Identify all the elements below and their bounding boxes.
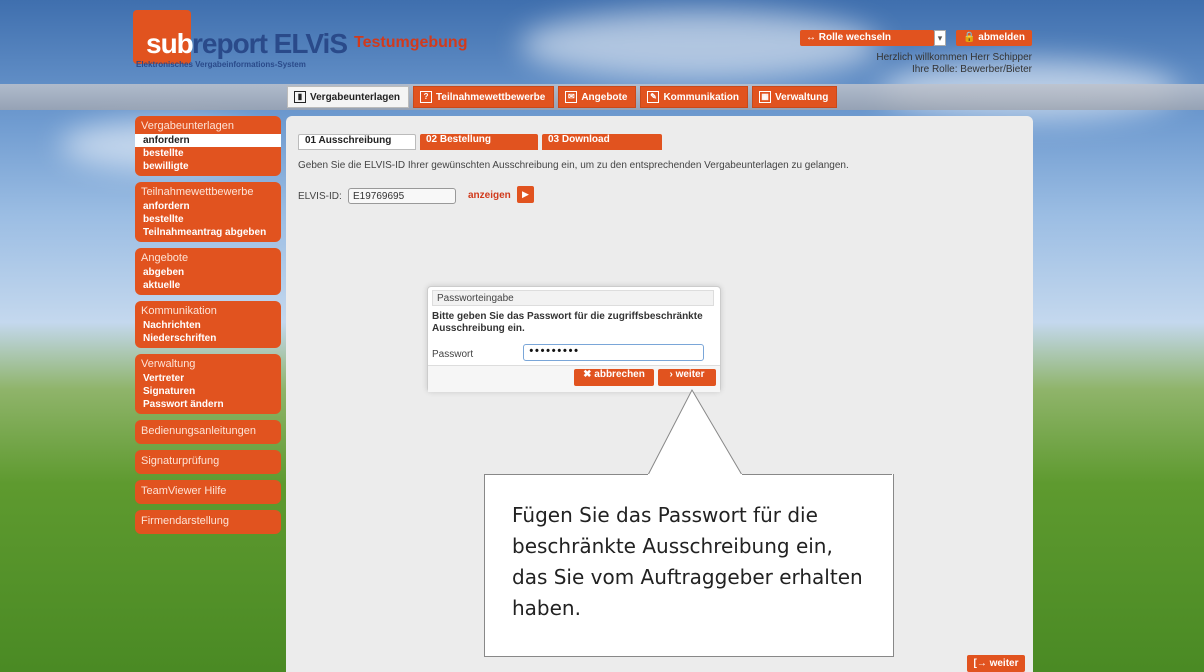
top-navigation: ▮ Vergabeunterlagen ? Teilnahmewettbewerbe… <box>287 86 838 108</box>
logo-tagline: Elektronisches Vergabeinformations-Syste… <box>136 60 306 69</box>
sidebar-item-aktuelle[interactable]: aktuelle <box>135 279 281 292</box>
nav-kommunikation[interactable]: ✎ Kommunikation <box>640 86 748 108</box>
sidebar-item-anfordern[interactable]: anfordern <box>135 134 281 147</box>
sidebar-group-title: Verwaltung <box>141 358 196 370</box>
nav-label: Kommunikation <box>663 91 739 103</box>
instruction-text: Geben Sie die ELVIS-ID Ihrer gewünschten… <box>298 160 849 171</box>
nav-label: Vergabeunterlagen <box>310 91 401 103</box>
role-line: Ihre Rolle: Bewerber/Bieter <box>911 64 1032 75</box>
document-icon: ? <box>420 91 433 103</box>
nav-label: Angebote <box>581 91 628 103</box>
folder-icon: ▮ <box>294 91 306 103</box>
password-dialog: Passworteingabe Bitte geben Sie das Pass… <box>427 286 721 392</box>
sidebar-item-passwort-aendern[interactable]: Passwort ändern <box>135 398 281 411</box>
sidebar-item-signaturpruefung[interactable]: Signaturprüfung <box>135 450 281 474</box>
logo-report: report ELViS <box>192 28 348 59</box>
chevron-down-icon[interactable]: ▾ <box>934 30 946 46</box>
tab-ausschreibung[interactable]: 01 Ausschreibung <box>298 134 416 150</box>
sidebar-group-kommunikation: Kommunikation Nachrichten Niederschrifte… <box>135 301 281 348</box>
sidebar-item-niederschriften[interactable]: Niederschriften <box>135 332 281 345</box>
sidebar-item-teamviewer[interactable]: TeamViewer Hilfe <box>135 480 281 504</box>
elvis-id-input[interactable] <box>348 188 456 204</box>
sidebar-item-bestellte[interactable]: bestellte <box>135 213 281 226</box>
sidebar: Vergabeunterlagen anfordern bestellte be… <box>135 116 281 540</box>
grid-icon: ▦ <box>759 91 771 103</box>
sidebar-item-abgeben[interactable]: abgeben <box>135 266 281 279</box>
sidebar-group-title: Angebote <box>141 252 189 264</box>
nav-vergabeunterlagen[interactable]: ▮ Vergabeunterlagen <box>287 86 410 108</box>
sidebar-group-title: Kommunikation <box>141 305 217 317</box>
dialog-message: Bitte geben Sie das Passwort für die zug… <box>432 311 703 334</box>
welcome-text: Herzlich willkommen Herr Schipper Ihre R… <box>876 52 1032 76</box>
sidebar-group-title: Firmendarstellung <box>141 515 230 527</box>
sidebar-group-title: TeamViewer Hilfe <box>141 485 227 497</box>
sidebar-group-angebote: Angebote abgeben aktuelle <box>135 248 281 295</box>
dialog-title: Passworteingabe <box>432 290 714 306</box>
nav-angebote[interactable]: ✉ Angebote <box>558 86 637 108</box>
next-button[interactable]: › weiter <box>658 369 716 386</box>
role-switch-select[interactable]: ↔ Rolle wechseln <box>800 30 934 46</box>
sidebar-item-bewilligte[interactable]: bewilligte <box>135 160 281 173</box>
tab-download[interactable]: 03 Download <box>542 134 662 150</box>
sidebar-item-anfordern[interactable]: anfordern <box>135 200 281 213</box>
callout-text: Fügen Sie das Passwort für die beschränk… <box>512 503 863 620</box>
sidebar-group-vergabe: Vergabeunterlagen anfordern bestellte be… <box>135 116 281 176</box>
sidebar-item-bedienungsanleitungen[interactable]: Bedienungsanleitungen <box>135 420 281 444</box>
password-input[interactable]: ••••••••• <box>523 344 704 361</box>
sidebar-item-bestellte[interactable]: bestellte <box>135 147 281 160</box>
show-arrow-icon[interactable]: ▶ <box>517 186 534 203</box>
nav-teilnahmewettbewerbe[interactable]: ? Teilnahmewettbewerbe <box>413 86 555 108</box>
cancel-button[interactable]: ✖ abbrechen <box>574 369 654 386</box>
sidebar-group-title: Signaturprüfung <box>141 455 220 467</box>
nav-label: Verwaltung <box>775 91 829 103</box>
logout-label: abmelden <box>978 32 1025 43</box>
nav-verwaltung[interactable]: ▦ Verwaltung <box>752 86 838 108</box>
sidebar-item-signaturen[interactable]: Signaturen <box>135 385 281 398</box>
sidebar-group-title: Bedienungsanleitungen <box>141 425 256 437</box>
sidebar-item-teilnahmeantrag[interactable]: Teilnahmeantrag abgeben <box>135 226 281 239</box>
show-link[interactable]: anzeigen <box>468 190 511 201</box>
sidebar-group-title: Teilnahmewettbewerbe <box>141 186 254 198</box>
sidebar-item-firmendarstellung[interactable]: Firmendarstellung <box>135 510 281 534</box>
mail-icon: ✎ <box>647 91 660 103</box>
sidebar-group-verwaltung: Verwaltung Vertreter Signaturen Passwort… <box>135 354 281 414</box>
environment-label: Testumgebung <box>354 34 468 51</box>
sidebar-item-nachrichten[interactable]: Nachrichten <box>135 319 281 332</box>
sidebar-group-title: Vergabeunterlagen <box>141 120 234 132</box>
tab-bestellung[interactable]: 02 Bestellung <box>420 134 538 150</box>
logo-sub: sub <box>146 28 194 59</box>
lock-icon: 🔒 <box>963 32 979 43</box>
sidebar-item-vertreter[interactable]: Vertreter <box>135 372 281 385</box>
nav-label: Teilnahmewettbewerbe <box>436 91 546 103</box>
step-tabs: 01 Ausschreibung 02 Bestellung 03 Downlo… <box>298 134 662 150</box>
offers-icon: ✉ <box>565 91 578 103</box>
sidebar-group-teilnahme: Teilnahmewettbewerbe anfordern bestellte… <box>135 182 281 242</box>
bottom-next-button[interactable]: [→ weiter <box>967 655 1025 672</box>
elvis-id-label: ELVIS-ID: <box>298 191 342 202</box>
password-label: Passwort <box>432 349 474 360</box>
welcome-line: Herzlich willkommen Herr Schipper <box>876 52 1032 63</box>
logout-button[interactable]: 🔒 abmelden <box>956 30 1032 46</box>
